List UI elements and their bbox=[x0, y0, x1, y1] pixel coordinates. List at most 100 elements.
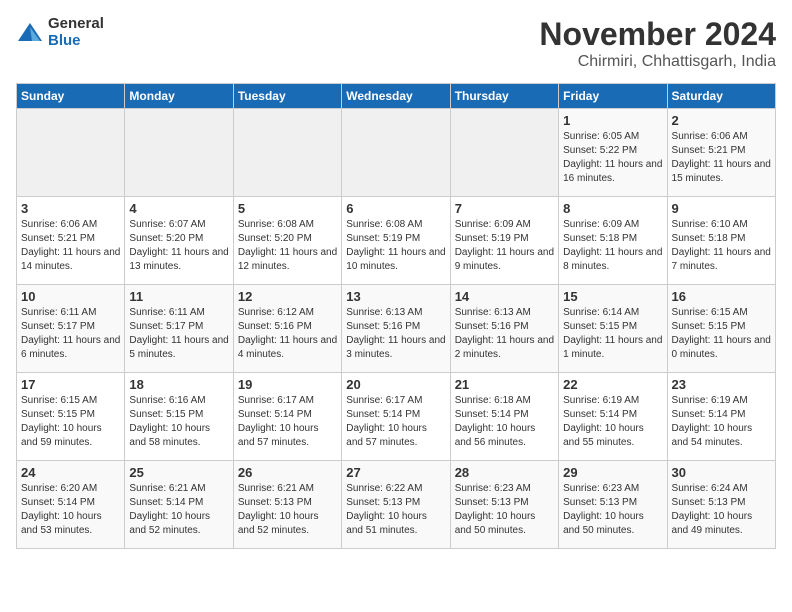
logo-general: General bbox=[48, 16, 104, 33]
weekday-header-cell: Thursday bbox=[450, 84, 558, 109]
day-number: 4 bbox=[129, 201, 228, 216]
calendar-day-cell: 22 Sunrise: 6:19 AM Sunset: 5:14 PM Dayli… bbox=[559, 373, 667, 461]
day-info: Sunrise: 6:19 AM Sunset: 5:14 PM Dayligh… bbox=[563, 394, 662, 450]
day-number: 2 bbox=[672, 113, 771, 128]
calendar-day-cell: 26 Sunrise: 6:21 AM Sunset: 5:13 PM Dayli… bbox=[233, 461, 341, 549]
calendar-week-row: 24Sunrise: 6:20 AM Sunset: 5:14 PM Dayli… bbox=[17, 461, 776, 549]
day-number: 9 bbox=[672, 201, 771, 216]
day-number: 1 bbox=[563, 113, 662, 128]
calendar-day-cell: 25 Sunrise: 6:21 AM Sunset: 5:14 PM Dayli… bbox=[125, 461, 233, 549]
calendar-week-row: 17 Sunrise: 6:15 AM Sunset: 5:15 PM Dayli… bbox=[17, 373, 776, 461]
calendar-day-cell: 21Sunrise: 6:18 AM Sunset: 5:14 PM Dayli… bbox=[450, 373, 558, 461]
day-number: 16 bbox=[672, 289, 771, 304]
weekday-header-cell: Wednesday bbox=[342, 84, 450, 109]
calendar-body: 1 Sunrise: 6:05 AM Sunset: 5:22 PM Daylig… bbox=[17, 109, 776, 549]
day-info: Sunrise: 6:12 AM Sunset: 5:16 PM Dayligh… bbox=[238, 306, 337, 362]
weekday-header-cell: Tuesday bbox=[233, 84, 341, 109]
weekday-header-cell: Friday bbox=[559, 84, 667, 109]
title-section: November 2024 Chirmiri, Chhattisgarh, In… bbox=[539, 16, 776, 71]
calendar-day-cell: 3 Sunrise: 6:06 AM Sunset: 5:21 PM Daylig… bbox=[17, 197, 125, 285]
calendar-day-cell: 2 Sunrise: 6:06 AM Sunset: 5:21 PM Daylig… bbox=[667, 109, 775, 197]
day-number: 30 bbox=[672, 465, 771, 480]
day-info: Sunrise: 6:15 AM Sunset: 5:15 PM Dayligh… bbox=[672, 306, 771, 362]
calendar-day-cell: 4 Sunrise: 6:07 AM Sunset: 5:20 PM Daylig… bbox=[125, 197, 233, 285]
day-info: Sunrise: 6:23 AM Sunset: 5:13 PM Dayligh… bbox=[563, 482, 662, 538]
calendar-day-cell bbox=[233, 109, 341, 197]
day-number: 26 bbox=[238, 465, 337, 480]
day-number: 11 bbox=[129, 289, 228, 304]
day-info: Sunrise: 6:05 AM Sunset: 5:22 PM Dayligh… bbox=[563, 130, 662, 186]
day-number: 25 bbox=[129, 465, 228, 480]
logo-icon bbox=[16, 19, 44, 47]
weekday-header-cell: Saturday bbox=[667, 84, 775, 109]
day-number: 22 bbox=[563, 377, 662, 392]
logo-blue: Blue bbox=[48, 33, 104, 50]
calendar-day-cell: 6Sunrise: 6:08 AM Sunset: 5:19 PM Daylig… bbox=[342, 197, 450, 285]
day-number: 6 bbox=[346, 201, 445, 216]
page-header: General Blue November 2024 Chirmiri, Chh… bbox=[16, 16, 776, 71]
day-info: Sunrise: 6:09 AM Sunset: 5:18 PM Dayligh… bbox=[563, 218, 662, 274]
calendar-week-row: 10 Sunrise: 6:11 AM Sunset: 5:17 PM Dayli… bbox=[17, 285, 776, 373]
calendar-week-row: 3 Sunrise: 6:06 AM Sunset: 5:21 PM Daylig… bbox=[17, 197, 776, 285]
logo: General Blue bbox=[16, 16, 104, 49]
calendar-day-cell bbox=[17, 109, 125, 197]
calendar-day-cell: 13 Sunrise: 6:13 AM Sunset: 5:16 PM Dayli… bbox=[342, 285, 450, 373]
day-info: Sunrise: 6:09 AM Sunset: 5:19 PM Dayligh… bbox=[455, 218, 554, 274]
calendar-day-cell: 17 Sunrise: 6:15 AM Sunset: 5:15 PM Dayli… bbox=[17, 373, 125, 461]
day-info: Sunrise: 6:11 AM Sunset: 5:17 PM Dayligh… bbox=[129, 306, 228, 362]
day-info: Sunrise: 6:24 AM Sunset: 5:13 PM Dayligh… bbox=[672, 482, 771, 538]
day-info: Sunrise: 6:06 AM Sunset: 5:21 PM Dayligh… bbox=[21, 218, 120, 274]
calendar-day-cell: 15 Sunrise: 6:14 AM Sunset: 5:15 PM Dayli… bbox=[559, 285, 667, 373]
day-info: Sunrise: 6:08 AM Sunset: 5:20 PM Dayligh… bbox=[238, 218, 337, 274]
calendar-day-cell: 1 Sunrise: 6:05 AM Sunset: 5:22 PM Daylig… bbox=[559, 109, 667, 197]
month-title: November 2024 bbox=[539, 16, 776, 53]
calendar-day-cell: 8 Sunrise: 6:09 AM Sunset: 5:18 PM Daylig… bbox=[559, 197, 667, 285]
day-info: Sunrise: 6:07 AM Sunset: 5:20 PM Dayligh… bbox=[129, 218, 228, 274]
day-number: 24 bbox=[21, 465, 120, 480]
day-number: 3 bbox=[21, 201, 120, 216]
day-info: Sunrise: 6:21 AM Sunset: 5:13 PM Dayligh… bbox=[238, 482, 337, 538]
calendar-table: SundayMondayTuesdayWednesdayThursdayFrid… bbox=[16, 83, 776, 549]
day-info: Sunrise: 6:10 AM Sunset: 5:18 PM Dayligh… bbox=[672, 218, 771, 274]
day-number: 27 bbox=[346, 465, 445, 480]
day-number: 21 bbox=[455, 377, 554, 392]
day-info: Sunrise: 6:15 AM Sunset: 5:15 PM Dayligh… bbox=[21, 394, 120, 450]
calendar-day-cell: 29 Sunrise: 6:23 AM Sunset: 5:13 PM Dayli… bbox=[559, 461, 667, 549]
weekday-header-cell: Sunday bbox=[17, 84, 125, 109]
day-info: Sunrise: 6:21 AM Sunset: 5:14 PM Dayligh… bbox=[129, 482, 228, 538]
calendar-day-cell bbox=[450, 109, 558, 197]
day-number: 5 bbox=[238, 201, 337, 216]
day-number: 12 bbox=[238, 289, 337, 304]
weekday-header-cell: Monday bbox=[125, 84, 233, 109]
day-info: Sunrise: 6:17 AM Sunset: 5:14 PM Dayligh… bbox=[238, 394, 337, 450]
day-info: Sunrise: 6:17 AM Sunset: 5:14 PM Dayligh… bbox=[346, 394, 445, 450]
calendar-day-cell: 10 Sunrise: 6:11 AM Sunset: 5:17 PM Dayli… bbox=[17, 285, 125, 373]
calendar-day-cell bbox=[342, 109, 450, 197]
day-number: 29 bbox=[563, 465, 662, 480]
day-info: Sunrise: 6:06 AM Sunset: 5:21 PM Dayligh… bbox=[672, 130, 771, 186]
day-number: 19 bbox=[238, 377, 337, 392]
day-info: Sunrise: 6:23 AM Sunset: 5:13 PM Dayligh… bbox=[455, 482, 554, 538]
day-info: Sunrise: 6:14 AM Sunset: 5:15 PM Dayligh… bbox=[563, 306, 662, 362]
calendar-day-cell: 30 Sunrise: 6:24 AM Sunset: 5:13 PM Dayli… bbox=[667, 461, 775, 549]
calendar-day-cell: 18Sunrise: 6:16 AM Sunset: 5:15 PM Dayli… bbox=[125, 373, 233, 461]
calendar-day-cell bbox=[125, 109, 233, 197]
day-number: 7 bbox=[455, 201, 554, 216]
day-number: 8 bbox=[563, 201, 662, 216]
day-info: Sunrise: 6:11 AM Sunset: 5:17 PM Dayligh… bbox=[21, 306, 120, 362]
day-number: 23 bbox=[672, 377, 771, 392]
day-number: 10 bbox=[21, 289, 120, 304]
day-number: 15 bbox=[563, 289, 662, 304]
day-info: Sunrise: 6:13 AM Sunset: 5:16 PM Dayligh… bbox=[346, 306, 445, 362]
calendar-day-cell: 20Sunrise: 6:17 AM Sunset: 5:14 PM Dayli… bbox=[342, 373, 450, 461]
calendar-day-cell: 19 Sunrise: 6:17 AM Sunset: 5:14 PM Dayli… bbox=[233, 373, 341, 461]
day-number: 13 bbox=[346, 289, 445, 304]
calendar-day-cell: 11 Sunrise: 6:11 AM Sunset: 5:17 PM Dayli… bbox=[125, 285, 233, 373]
day-number: 14 bbox=[455, 289, 554, 304]
calendar-day-cell: 14Sunrise: 6:13 AM Sunset: 5:16 PM Dayli… bbox=[450, 285, 558, 373]
day-number: 17 bbox=[21, 377, 120, 392]
weekday-header-row: SundayMondayTuesdayWednesdayThursdayFrid… bbox=[17, 84, 776, 109]
calendar-day-cell: 23Sunrise: 6:19 AM Sunset: 5:14 PM Dayli… bbox=[667, 373, 775, 461]
calendar-day-cell: 5 Sunrise: 6:08 AM Sunset: 5:20 PM Daylig… bbox=[233, 197, 341, 285]
day-number: 28 bbox=[455, 465, 554, 480]
